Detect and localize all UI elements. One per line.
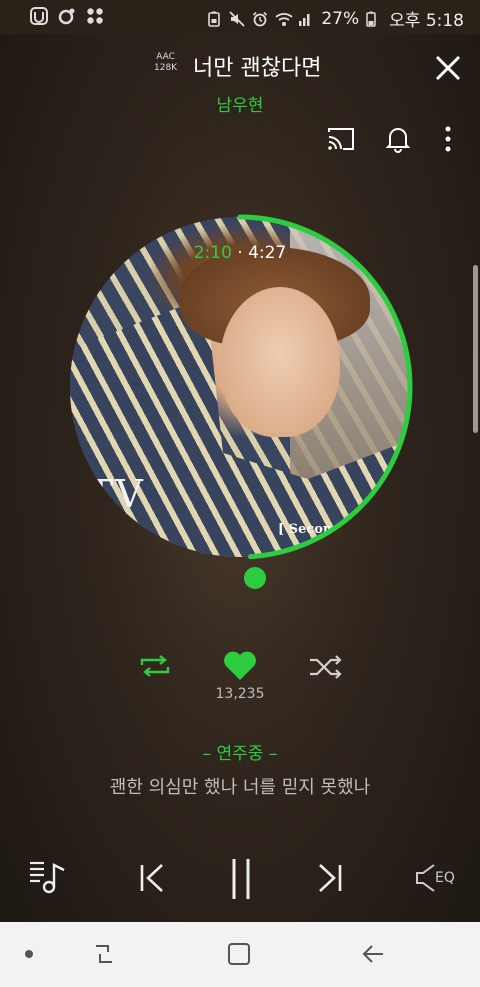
close-icon	[435, 55, 461, 81]
shuffle-button[interactable]	[308, 654, 344, 684]
recent-apps-icon	[96, 945, 112, 963]
previous-button[interactable]	[136, 862, 168, 898]
cast-button[interactable]	[326, 125, 356, 157]
next-button[interactable]	[314, 862, 346, 898]
more-vertical-icon	[445, 126, 451, 152]
status-bar: 27% 오후 5:18	[0, 0, 480, 34]
battery-percent: 27%	[321, 8, 360, 29]
app-notification-icon	[30, 7, 48, 25]
previous-icon	[140, 864, 163, 892]
pause-button[interactable]	[228, 857, 254, 905]
lyrics-line[interactable]: 괜한 의심만 했나 너를 믿지 못했나	[0, 773, 480, 799]
playlist-icon	[30, 861, 65, 894]
like-count: 13,235	[215, 686, 265, 702]
close-button[interactable]	[432, 52, 464, 84]
repeat-icon	[140, 655, 170, 677]
home-icon	[228, 943, 250, 965]
home-button[interactable]	[227, 942, 251, 970]
shuffle-icon	[310, 655, 342, 679]
time-separator: ·	[237, 243, 243, 263]
pause-icon	[232, 859, 250, 899]
back-arrow-icon	[362, 945, 383, 963]
app-grid-icon	[86, 7, 104, 25]
recent-apps-button[interactable]	[92, 942, 116, 970]
wifi-icon	[275, 11, 293, 27]
progress-handle[interactable]	[244, 567, 266, 589]
album-player[interactable]: TV [ Secon 2:10 · 4:27	[67, 214, 413, 560]
nav-dot-icon[interactable]	[25, 950, 33, 958]
system-navigation-bar	[0, 922, 480, 987]
equalizer-button[interactable]: EQ	[414, 862, 464, 896]
repeat-button[interactable]	[138, 653, 172, 683]
speaker-icon	[416, 864, 435, 892]
next-icon	[319, 864, 342, 892]
audio-quality-badge: AAC 128K	[154, 52, 177, 74]
total-time: 4:27	[248, 243, 287, 263]
clock: 오후 5:18	[389, 11, 464, 31]
playlist-button[interactable]	[28, 857, 68, 901]
alarm-icon	[252, 11, 268, 27]
artist-name[interactable]: 남우현	[0, 91, 480, 116]
song-title: 너만 괜찮다면	[193, 56, 322, 81]
signal-icon	[298, 11, 314, 27]
more-options-button[interactable]	[440, 125, 456, 157]
eq-label: EQ	[435, 870, 455, 886]
mute-icon	[229, 10, 245, 27]
progress-ring[interactable]	[66, 213, 414, 561]
like-button[interactable]	[222, 650, 258, 686]
battery-lock-icon	[206, 11, 222, 27]
battery-icon	[366, 11, 382, 27]
back-button[interactable]	[361, 942, 385, 970]
music-app-icon	[58, 7, 76, 25]
edge-panel-handle[interactable]	[473, 265, 478, 433]
lyrics-status: – 연주중 –	[202, 744, 278, 764]
cast-icon	[328, 128, 354, 150]
playback-time: 2:10 · 4:27	[70, 243, 410, 263]
current-time: 2:10	[193, 243, 232, 263]
quality-format: AAC	[156, 52, 175, 62]
quality-bitrate: 128K	[154, 63, 178, 73]
bell-icon	[385, 128, 411, 153]
heart-icon	[224, 651, 256, 680]
notification-button[interactable]	[385, 125, 411, 157]
